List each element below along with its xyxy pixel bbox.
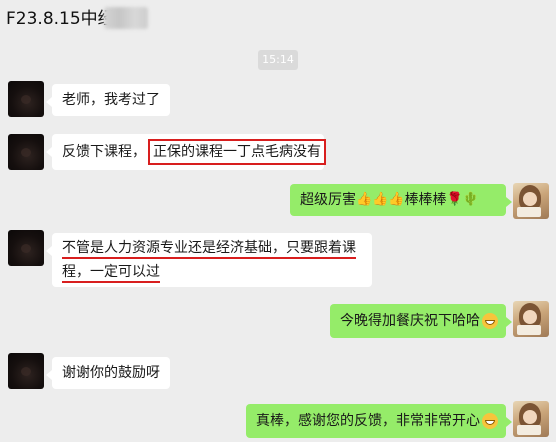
- highlighted-text-box: 正保的课程一丁点毛病没有: [148, 139, 326, 165]
- underlined-text-line1: 不管是人力资源专业还是经济基础，只要跟着课: [62, 240, 356, 259]
- message-text: 谢谢你的鼓励呀: [62, 365, 160, 381]
- chat-title: F23.8.15中经: [6, 9, 115, 29]
- message-bubble-outgoing[interactable]: 真棒，感谢您的反馈，非常非常开心: [246, 404, 512, 438]
- message-bubble-incoming[interactable]: 谢谢你的鼓励呀: [46, 357, 170, 389]
- avatar-face: [523, 410, 537, 424]
- rose-icon: 🌹: [446, 192, 463, 207]
- contact-avatar[interactable]: [8, 230, 44, 266]
- user-avatar[interactable]: [513, 401, 549, 437]
- avatar-book: [517, 425, 541, 435]
- cactus-icon: 🌵: [462, 192, 479, 207]
- grin-emoji-icon: [482, 413, 498, 429]
- thumbs-up-icon: 👍: [356, 192, 373, 207]
- message-text-suffix: 棒棒棒: [404, 192, 447, 208]
- avatar-face: [523, 192, 537, 206]
- message-bubble-incoming[interactable]: 老师，我考过了: [46, 84, 170, 116]
- message-text: 今晚得加餐庆祝下哈哈: [340, 313, 480, 329]
- user-avatar[interactable]: [513, 183, 549, 219]
- redacted-title-part: [104, 7, 148, 29]
- message-bubble-outgoing[interactable]: 超级厉害👍👍👍棒棒棒🌹🌵: [290, 184, 512, 216]
- message-bubble-outgoing[interactable]: 今晚得加餐庆祝下哈哈: [330, 304, 512, 338]
- thumbs-up-icon: 👍: [372, 192, 389, 207]
- avatar-book: [517, 207, 541, 217]
- message-text: 反馈下课程，: [62, 144, 146, 160]
- contact-avatar[interactable]: [8, 134, 44, 170]
- underlined-text-line2: 程，一定可以过: [62, 264, 160, 283]
- message-text: 超级厉害: [300, 192, 356, 208]
- avatar-book: [517, 325, 541, 335]
- grin-emoji-icon: [482, 313, 498, 329]
- contact-avatar[interactable]: [8, 81, 44, 117]
- thumbs-up-icon: 👍: [388, 192, 405, 207]
- message-bubble-incoming[interactable]: 反馈下课程， 正保的课程一丁点毛病没有: [46, 134, 326, 170]
- avatar-face: [523, 310, 537, 324]
- message-timestamp: 15:14: [258, 50, 298, 70]
- message-text: 真棒，感谢您的反馈，非常非常开心: [256, 413, 480, 429]
- message-text: 老师，我考过了: [62, 92, 160, 108]
- message-bubble-incoming[interactable]: 不管是人力资源专业还是经济基础，只要跟着课 程，一定可以过: [46, 233, 372, 287]
- contact-avatar[interactable]: [8, 353, 44, 389]
- user-avatar[interactable]: [513, 301, 549, 337]
